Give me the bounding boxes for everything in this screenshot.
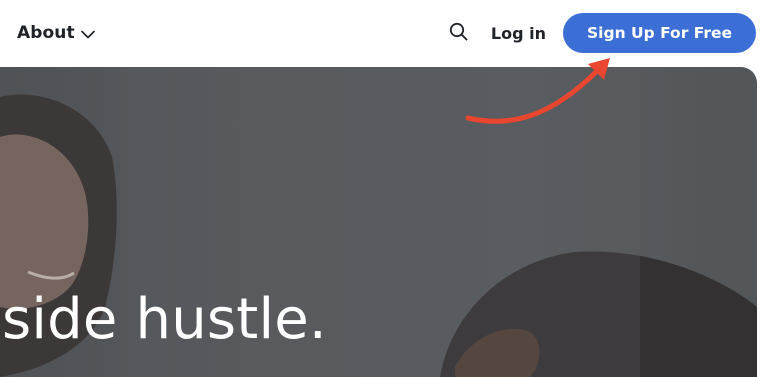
signup-button[interactable]: Sign Up For Free: [563, 13, 756, 53]
top-navigation: About Log in Sign Up For Free: [0, 0, 768, 66]
about-menu-label: About: [17, 23, 75, 43]
nav-actions: Log in Sign Up For Free: [445, 13, 756, 53]
hero-heading: side hustle.: [2, 287, 327, 352]
search-icon: [449, 22, 468, 45]
arrow-icon: [465, 58, 610, 124]
hero-banner: side hustle.: [0, 67, 757, 377]
about-menu[interactable]: About: [17, 20, 95, 46]
search-button[interactable]: [445, 19, 473, 47]
login-link[interactable]: Log in: [491, 24, 546, 43]
chevron-down-icon: [80, 24, 95, 43]
signup-button-label: Sign Up For Free: [587, 24, 732, 42]
